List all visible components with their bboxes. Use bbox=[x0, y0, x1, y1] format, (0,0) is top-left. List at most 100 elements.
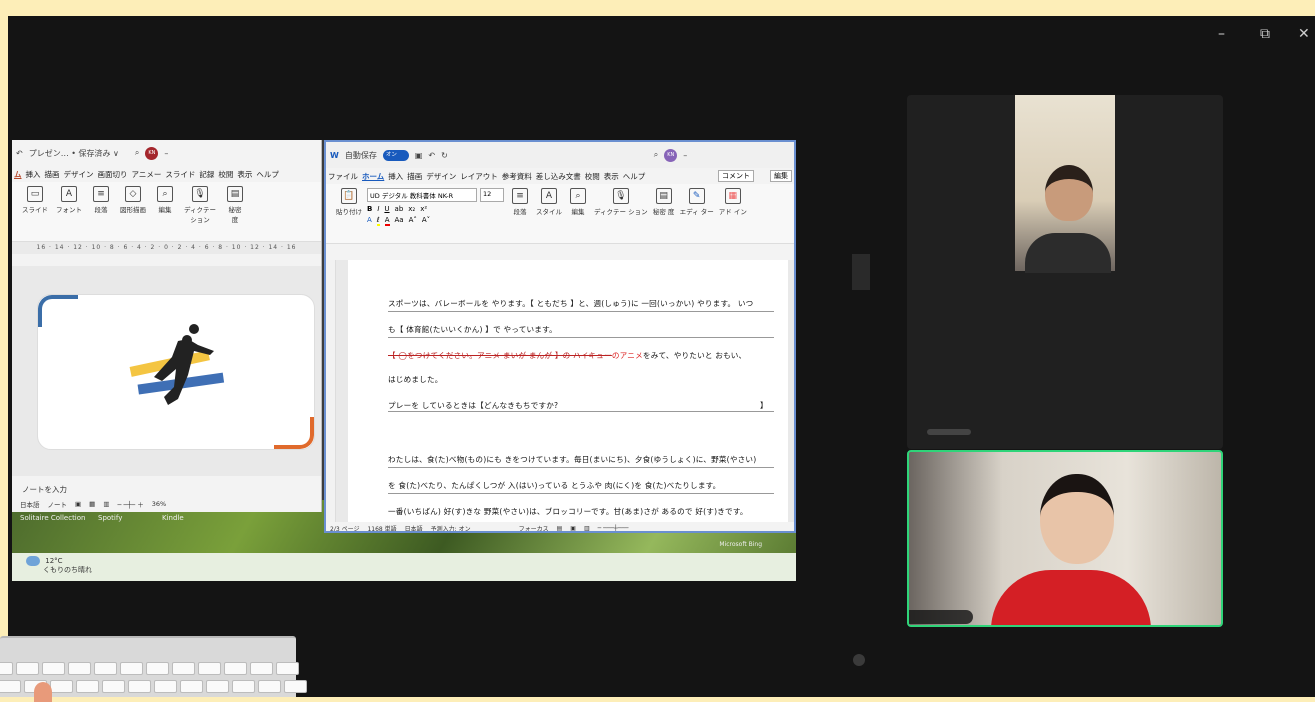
superscript-button[interactable]: x² bbox=[420, 205, 427, 213]
web-layout-icon[interactable]: ▥ bbox=[584, 525, 590, 531]
word-tab[interactable]: レイアウト bbox=[460, 171, 498, 182]
slide-canvas[interactable] bbox=[37, 294, 315, 450]
search-icon[interactable]: ⌕ bbox=[135, 148, 139, 158]
ppt-ribbon-button[interactable]: A フォント bbox=[56, 186, 82, 214]
ppt-tab[interactable]: 描画 bbox=[45, 169, 60, 180]
paste-button[interactable]: 📋 貼り付け bbox=[336, 188, 362, 216]
doc-line[interactable]: を 食(た)べたり、たんぱくしつが 入(はい)っている とうふや 肉(にく)を … bbox=[388, 480, 720, 491]
avatar[interactable]: KN bbox=[664, 148, 678, 162]
addins-button[interactable]: ▦ アド イン bbox=[719, 188, 747, 216]
desktop-app-spotify[interactable]: Spotify bbox=[98, 514, 122, 522]
save-icon[interactable]: ▣ bbox=[415, 151, 423, 160]
word-tab[interactable]: 差し込み文書 bbox=[536, 171, 581, 182]
ppt-tab[interactable]: 表示 bbox=[237, 169, 252, 180]
word-tab[interactable]: 挿入 bbox=[388, 171, 403, 182]
desktop-app-kindle[interactable]: Kindle bbox=[162, 514, 184, 522]
doc-line[interactable]: わたしは、食(た)べ物(もの)にも きをつけています。毎日(まいにち)、夕食(ゆ… bbox=[388, 454, 756, 465]
change-case-button[interactable]: Aa bbox=[395, 216, 404, 226]
undo-icon[interactable]: ↶ bbox=[428, 151, 435, 160]
ppt-tab[interactable]: 画面切り bbox=[98, 169, 128, 180]
word-tab[interactable]: ファイル bbox=[328, 171, 358, 182]
word-tab[interactable]: 参考資料 bbox=[502, 171, 532, 182]
page-count[interactable]: 2/3 ページ bbox=[330, 524, 359, 531]
shrink-font-button[interactable]: A˅ bbox=[422, 216, 430, 226]
zoom-level[interactable]: 36% bbox=[152, 500, 166, 508]
normal-view-icon[interactable]: ▣ bbox=[75, 500, 81, 508]
desktop-app-solitaire[interactable]: Solitaire Collection bbox=[20, 514, 85, 522]
ppt-ribbon-button[interactable]: ◇ 図形描画 bbox=[120, 186, 146, 214]
italic-button[interactable]: I bbox=[377, 205, 379, 213]
slide-editor[interactable] bbox=[12, 266, 321, 476]
close-icon[interactable]: ✕ bbox=[1298, 26, 1310, 42]
word-tab[interactable]: 描画 bbox=[407, 171, 422, 182]
document-area[interactable]: スポーツは、バレーボールを やります。【 ともだち 】と、週(しゅう)に 一回(… bbox=[326, 260, 794, 522]
word-tab[interactable]: デザイン bbox=[426, 171, 456, 182]
bold-button[interactable]: B bbox=[367, 205, 372, 213]
ppt-tab[interactable]: ヘルプ bbox=[256, 169, 279, 180]
ppt-tab[interactable]: ム bbox=[14, 169, 22, 180]
weather-widget[interactable]: 12°C くもりのち晴れ bbox=[26, 556, 92, 575]
comment-button[interactable]: コメント bbox=[718, 170, 754, 182]
sensitivity-button[interactable]: ▤ 秘密 度 bbox=[653, 188, 675, 216]
editor-button[interactable]: ✎ エディ ター bbox=[680, 188, 714, 216]
paragraph-button[interactable]: ≡ 段落 bbox=[509, 188, 531, 216]
doc-line[interactable]: スポーツは、バレーボールを やります。【 ともだち 】と、週(しゅう)に 一回(… bbox=[388, 298, 753, 309]
dictate-button[interactable]: 🎙 ディクテー ション bbox=[594, 188, 648, 216]
doc-line[interactable]: も【 体育館(たいいくかん) 】で やっています。 bbox=[388, 324, 557, 335]
ppt-ribbon-button[interactable]: ⌕ 編集 bbox=[154, 186, 176, 214]
minimize-icon[interactable]: – bbox=[683, 151, 687, 160]
doc-line[interactable]: 【 ◯をつけてください。アニメ まいが まんが 】の ハイキューのアニメをみて、… bbox=[388, 350, 746, 361]
read-mode-icon[interactable]: ▤ bbox=[557, 525, 563, 531]
edit-mode-button[interactable]: 編集 bbox=[770, 170, 792, 182]
print-layout-icon[interactable]: ▣ bbox=[570, 525, 576, 531]
doc-line[interactable]: はじめました。 bbox=[388, 374, 443, 385]
ppt-ribbon-button[interactable]: 🎙 ディクテー ション bbox=[184, 186, 216, 224]
minimize-icon[interactable]: – bbox=[1218, 26, 1225, 42]
text-effects-button[interactable]: A bbox=[367, 216, 372, 226]
focus-button[interactable]: フォーカス bbox=[519, 524, 549, 531]
ppt-tab[interactable]: 挿入 bbox=[26, 169, 41, 180]
ppt-tab[interactable]: 校閲 bbox=[218, 169, 233, 180]
reading-view-icon[interactable]: ▥ bbox=[103, 500, 109, 508]
word-window[interactable]: W 自動保存 オン ▣ ↶ ↻ ⌕ KN – ファイル ホーム 挿入 描画 デザイン レイ… bbox=[324, 140, 796, 533]
participant-tile[interactable] bbox=[907, 95, 1223, 449]
ppt-ribbon-button[interactable]: ▤ 秘密 度 bbox=[224, 186, 246, 224]
volleyball-player-image[interactable] bbox=[38, 295, 315, 450]
underline-button[interactable]: U bbox=[384, 205, 389, 213]
doc-line[interactable]: プレーを しているときは【どんなきもちですか? bbox=[388, 400, 558, 411]
word-tab[interactable]: ヘルプ bbox=[623, 171, 646, 182]
ppt-ribbon-button[interactable]: ≡ 段落 bbox=[90, 186, 112, 214]
search-icon[interactable]: ⌕ bbox=[654, 150, 658, 160]
styles-button[interactable]: A スタイル bbox=[536, 188, 562, 216]
autosave-toggle[interactable]: オン bbox=[382, 149, 409, 161]
language-label[interactable]: 日本語 bbox=[405, 524, 423, 531]
word-tab[interactable]: 表示 bbox=[604, 171, 619, 182]
ppt-ribbon-button[interactable]: ▭ スライド bbox=[22, 186, 48, 214]
predictive-input[interactable]: 予測入力: オン bbox=[431, 524, 471, 531]
doc-line[interactable]: 一番(いちばん) 好(す)きな 野菜(やさい)は、ブロッコリーです。甘(あま)さ… bbox=[388, 506, 748, 517]
edit-button[interactable]: ⌕ 編集 bbox=[567, 188, 589, 216]
avatar[interactable]: KN bbox=[145, 146, 159, 160]
zoom-slider[interactable]: ─ ─┼─ ＋ bbox=[117, 499, 143, 509]
document-page[interactable]: スポーツは、バレーボールを やります。【 ともだち 】と、週(しゅう)に 一回(… bbox=[348, 260, 788, 522]
strikethrough-button[interactable]: ab bbox=[395, 205, 404, 213]
notes-placeholder[interactable]: ノートを入力 bbox=[22, 484, 67, 495]
zoom-slider[interactable]: ─ ───┼─── bbox=[598, 525, 629, 531]
word-tab[interactable]: ホーム bbox=[362, 171, 384, 182]
slide-sorter-icon[interactable]: ▦ bbox=[89, 500, 95, 508]
redo-icon[interactable]: ↻ bbox=[441, 151, 448, 160]
minimize-icon[interactable]: – bbox=[164, 149, 168, 158]
ppt-tab[interactable]: 記録 bbox=[199, 169, 214, 180]
subscript-button[interactable]: x₂ bbox=[408, 205, 415, 213]
font-size-select[interactable]: 12 bbox=[480, 188, 504, 202]
restore-icon[interactable]: ⧉ bbox=[1260, 26, 1270, 42]
word-tab[interactable]: 校閲 bbox=[585, 171, 600, 182]
ppt-tab[interactable]: アニメー bbox=[132, 169, 162, 180]
font-name-select[interactable]: UD デジタル 教科書体 NK-R bbox=[367, 188, 477, 202]
ppt-tab[interactable]: デザイン bbox=[64, 169, 94, 180]
active-speaker-tile[interactable] bbox=[907, 450, 1223, 627]
grow-font-button[interactable]: A˄ bbox=[409, 216, 417, 226]
ppt-tab[interactable]: スライド bbox=[165, 169, 195, 180]
undo-icon[interactable]: ↶ bbox=[16, 149, 23, 158]
highlight-button[interactable]: ℓ bbox=[376, 216, 380, 226]
